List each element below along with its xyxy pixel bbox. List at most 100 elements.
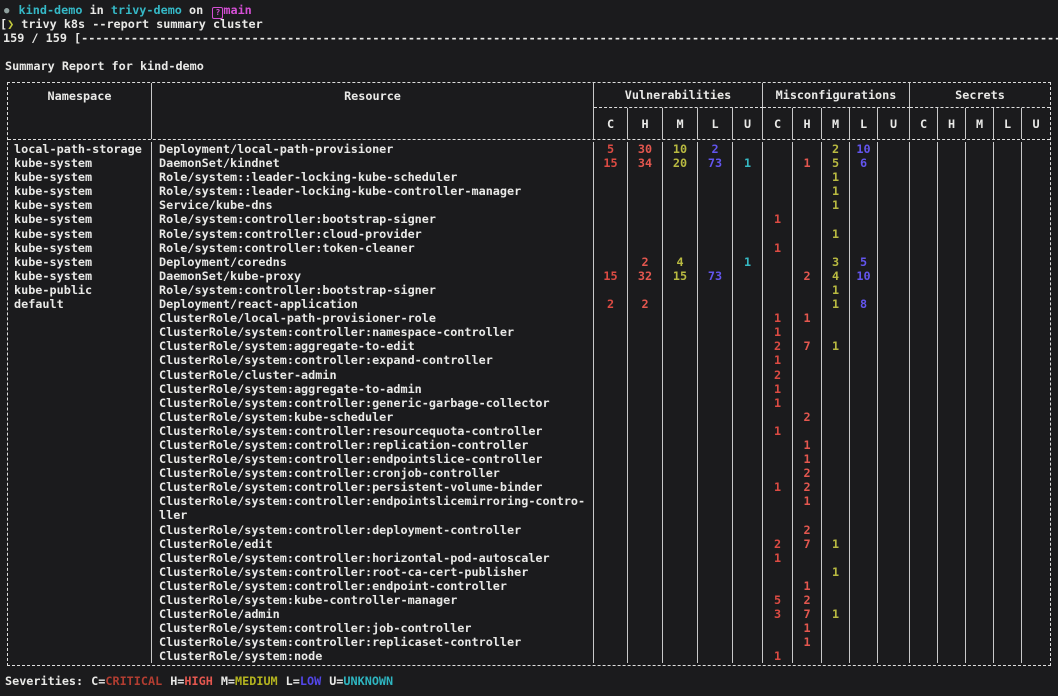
cell-m-l xyxy=(850,565,878,579)
table-row: kube-systemDeployment/coredns24135 xyxy=(8,255,1050,269)
terminal-window[interactable]: ● kind-demo in trivy-demo on ?main [❯tri… xyxy=(0,0,1058,696)
cell-namespace: kube-system xyxy=(8,156,152,170)
group-header-misconfigurations: Misconfigurations xyxy=(763,83,910,108)
table-row: ClusterRole/system:controller:persistent… xyxy=(8,480,1050,494)
cell-v-c xyxy=(594,382,628,396)
cell-m-h xyxy=(793,424,822,438)
cell-m-u xyxy=(878,621,910,635)
cell-namespace xyxy=(8,325,152,339)
cell-s-l xyxy=(994,198,1022,212)
cell-m-l xyxy=(850,382,878,396)
cell-m-m xyxy=(822,325,850,339)
cell-v-c: 15 xyxy=(594,156,628,170)
cell-v-c xyxy=(594,523,628,537)
cell-s-c xyxy=(910,565,938,579)
cell-m-h: 2 xyxy=(793,466,822,480)
cell-namespace xyxy=(8,339,152,353)
cell-s-m xyxy=(966,494,994,522)
cell-s-m xyxy=(966,438,994,452)
cell-v-m xyxy=(663,494,698,522)
cell-v-l xyxy=(698,184,733,198)
prompt-repo: trivy-demo xyxy=(111,3,182,17)
cell-s-u xyxy=(1022,621,1050,635)
cell-m-l xyxy=(850,353,878,367)
cell-s-h xyxy=(938,241,966,255)
cell-v-u xyxy=(733,198,763,212)
cell-s-m xyxy=(966,565,994,579)
cell-s-l xyxy=(994,649,1022,663)
cell-m-u xyxy=(878,424,910,438)
cell-m-u xyxy=(878,339,910,353)
cell-v-l xyxy=(698,635,733,649)
cell-v-l xyxy=(698,382,733,396)
cell-v-c: 15 xyxy=(594,269,628,283)
cell-v-u xyxy=(733,339,763,353)
cell-v-m xyxy=(663,410,698,424)
cell-m-u xyxy=(878,227,910,241)
cell-s-h xyxy=(938,551,966,565)
cell-resource: Role/system:controller:cloud-provider xyxy=(152,227,594,241)
cell-s-c xyxy=(910,480,938,494)
cell-s-u xyxy=(1022,424,1050,438)
cell-s-u xyxy=(1022,184,1050,198)
cell-s-l xyxy=(994,255,1022,269)
table-row: ClusterRole/system:controller:root-ca-ce… xyxy=(8,565,1050,579)
cell-s-u xyxy=(1022,297,1050,311)
subcol-header-v-u: U xyxy=(733,108,763,139)
cell-v-l xyxy=(698,452,733,466)
cell-v-u xyxy=(733,635,763,649)
legend-key: L= xyxy=(286,674,300,688)
cell-s-u xyxy=(1022,283,1050,297)
cell-v-c xyxy=(594,494,628,522)
cell-m-c xyxy=(763,255,793,269)
cell-m-l xyxy=(850,494,878,522)
group-header-vulnerabilities: Vulnerabilities xyxy=(594,83,763,108)
cell-v-c xyxy=(594,593,628,607)
cell-s-l xyxy=(994,339,1022,353)
cell-s-m xyxy=(966,593,994,607)
cell-resource: ClusterRole/system:controller:root-ca-ce… xyxy=(152,565,594,579)
cell-v-h xyxy=(628,579,663,593)
cell-m-h: 7 xyxy=(793,339,822,353)
cell-s-u xyxy=(1022,156,1050,170)
cell-s-m xyxy=(966,269,994,283)
cell-m-m xyxy=(822,480,850,494)
cell-s-m xyxy=(966,424,994,438)
cell-v-m xyxy=(663,198,698,212)
cell-s-c xyxy=(910,607,938,621)
table-row: kube-systemDaemonSet/kindnet153420731156 xyxy=(8,156,1050,170)
cell-s-m xyxy=(966,212,994,226)
cell-v-h xyxy=(628,494,663,522)
cell-namespace xyxy=(8,621,152,635)
cell-m-l xyxy=(850,537,878,551)
cell-v-m xyxy=(663,593,698,607)
cell-resource: ClusterRole/system:controller:replicatio… xyxy=(152,438,594,452)
table-row: ClusterRole/system:controller:horizontal… xyxy=(8,551,1050,565)
cell-v-u xyxy=(733,494,763,522)
cell-resource: ClusterRole/system:controller:persistent… xyxy=(152,480,594,494)
cell-m-m: 1 xyxy=(822,565,850,579)
cell-m-m: 1 xyxy=(822,227,850,241)
cell-s-m xyxy=(966,339,994,353)
cell-s-l xyxy=(994,607,1022,621)
cell-resource: Role/system::leader-locking-kube-control… xyxy=(152,184,594,198)
cell-s-h xyxy=(938,424,966,438)
cell-v-c xyxy=(594,353,628,367)
cell-v-u: 1 xyxy=(733,255,763,269)
legend-key: H= xyxy=(170,674,184,688)
cell-v-h xyxy=(628,649,663,663)
cell-m-c xyxy=(763,579,793,593)
cell-resource: ClusterRole/system:controller:namespace-… xyxy=(152,325,594,339)
cell-s-c xyxy=(910,255,938,269)
cell-s-u xyxy=(1022,593,1050,607)
cell-resource: Role/system:controller:bootstrap-signer xyxy=(152,212,594,226)
cell-v-m xyxy=(663,452,698,466)
table-row: ClusterRole/system:controller:endpoint-c… xyxy=(8,579,1050,593)
cell-s-l xyxy=(994,353,1022,367)
cell-resource: Deployment/react-application xyxy=(152,297,594,311)
cell-m-u xyxy=(878,480,910,494)
cell-v-c xyxy=(594,325,628,339)
cell-v-u xyxy=(733,353,763,367)
cell-v-l xyxy=(698,198,733,212)
cell-v-h xyxy=(628,438,663,452)
